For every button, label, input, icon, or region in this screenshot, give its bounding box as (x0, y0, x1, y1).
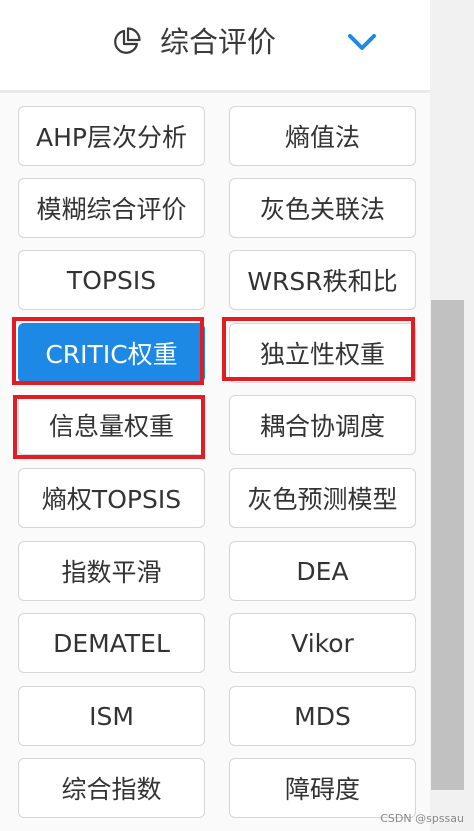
highlight-box-critic (12, 317, 204, 385)
method-button-coupling[interactable]: 耦合协调度 (229, 395, 416, 455)
pie-chart-icon (114, 27, 141, 54)
scrollbar-thumb[interactable] (431, 300, 464, 790)
method-button-obstacle-degree[interactable]: 障碍度 (229, 758, 416, 818)
method-button-wrsr[interactable]: WRSR秩和比 (229, 250, 416, 310)
highlight-box-information (13, 395, 205, 459)
method-button-dea[interactable]: DEA (229, 541, 416, 601)
method-button-fuzzy[interactable]: 模糊综合评价 (18, 178, 205, 238)
method-button-ahp[interactable]: AHP层次分析 (18, 106, 205, 166)
method-button-entropy-topsis[interactable]: 熵权TOPSIS (18, 468, 205, 528)
method-button-composite-index[interactable]: 综合指数 (18, 758, 205, 818)
chevron-down-icon[interactable] (344, 30, 380, 54)
method-button-ism[interactable]: ISM (18, 686, 205, 746)
watermark: CSDN @spssau (380, 812, 464, 825)
category-title: 综合评价 (160, 25, 277, 59)
method-button-entropy[interactable]: 熵值法 (229, 106, 416, 166)
method-button-topsis[interactable]: TOPSIS (18, 250, 205, 310)
method-button-grey-forecast[interactable]: 灰色预测模型 (229, 468, 416, 528)
category-header[interactable]: 综合评价 (0, 0, 430, 90)
method-button-grey-relational[interactable]: 灰色关联法 (229, 178, 416, 238)
header-divider (0, 90, 430, 93)
highlight-box-independence (222, 317, 415, 381)
method-button-exp-smoothing[interactable]: 指数平滑 (18, 541, 205, 601)
method-button-dematel[interactable]: DEMATEL (18, 613, 205, 673)
method-button-mds[interactable]: MDS (229, 686, 416, 746)
method-button-vikor[interactable]: Vikor (229, 613, 416, 673)
